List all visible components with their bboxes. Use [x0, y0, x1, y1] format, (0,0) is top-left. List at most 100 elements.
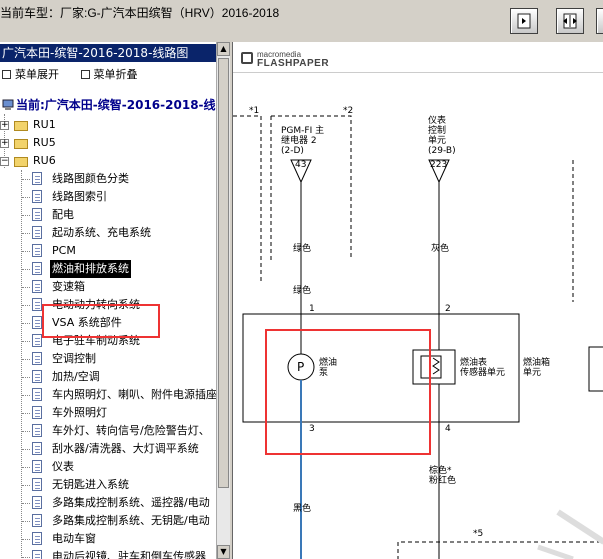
pump-label-2: 泵 [319, 368, 329, 378]
folder-open-icon [14, 157, 28, 167]
mark-5: *5 [473, 529, 484, 539]
pgm-label-3: (2-D) [281, 146, 304, 156]
tree-item[interactable]: 多路集成控制系统、遥控器/电动 [52, 494, 210, 512]
document-icon [32, 514, 42, 527]
document-icon [32, 388, 42, 401]
document-icon [32, 316, 42, 329]
tree-folder-ru1[interactable]: RU1 [33, 116, 56, 134]
document-icon [32, 262, 42, 275]
pgm-pin: 43 [295, 160, 307, 170]
current-model-title: 当前车型：厂家:G-广汽本田缤智（HRV）2016-2018 [0, 6, 280, 20]
tree-item[interactable]: 起动系统、充电系统 [52, 224, 151, 242]
meter-label-2: 控制 [428, 126, 447, 136]
tree-item[interactable]: 线路图索引 [52, 188, 107, 206]
collapse-icon [80, 70, 90, 79]
tree-item[interactable]: 仪表 [52, 458, 74, 476]
wire-pink-label-2: 粉红色 [429, 476, 457, 486]
document-icon [32, 460, 42, 473]
document-icon [32, 190, 42, 203]
tree-folder-ru5[interactable]: RU5 [33, 134, 56, 152]
highlight-box [265, 329, 431, 455]
tree-item[interactable]: 无钥匙进入系统 [52, 476, 129, 494]
tree-item[interactable]: 燃油和排放系统 [50, 260, 131, 278]
folder-icon [14, 139, 28, 149]
tree-item[interactable]: 空调控制 [52, 350, 96, 368]
document-icon [32, 226, 42, 239]
document-icon [32, 244, 42, 257]
menu-expand-link[interactable]: 菜单展开 [15, 68, 59, 81]
unit-label-1: 燃油箱 [523, 358, 551, 368]
wire-pink-label-1: 棕色* [429, 466, 452, 476]
tree-folder-ru6[interactable]: RU6 [33, 152, 56, 170]
pin-2: 2 [445, 304, 451, 314]
scroll-down-icon[interactable]: ▼ [217, 545, 230, 559]
tree-item[interactable]: 刮水器/清洗器、大灯调平系统 [52, 440, 199, 458]
scroll-up-icon[interactable]: ▲ [217, 42, 230, 56]
expand-toggle-ru1[interactable]: + [0, 121, 9, 130]
document-icon [32, 352, 42, 365]
document-icon [32, 370, 42, 383]
scroll-thumb[interactable] [218, 58, 229, 488]
document-icon [32, 532, 42, 545]
document-icon [32, 478, 42, 491]
pgm-label-1: PGM-FI 主 [281, 126, 325, 136]
meter-label-3: 单元 [428, 136, 447, 146]
computer-icon [2, 99, 14, 110]
tree-item[interactable]: 加热/空调 [52, 368, 100, 386]
folder-icon [14, 121, 28, 131]
sidebar-scrollbar[interactable]: ▲ ▼ [216, 42, 230, 559]
pgm-label-2: 继电器 2 [281, 136, 317, 146]
menu-toggle-row: 菜单展开 菜单折叠 [0, 66, 138, 82]
pin-4: 4 [445, 424, 451, 434]
sidebar-heading: 广汽本田-缤智-2016-2018-线路图 [0, 44, 216, 62]
collapse-toggle-ru6[interactable]: − [0, 157, 9, 166]
document-icon [32, 442, 42, 455]
sensor-label-2: 传感器单元 [460, 368, 506, 378]
document-icon [32, 334, 42, 347]
pump-symbol-label: P [297, 360, 305, 374]
unit-label-2: 单元 [523, 368, 542, 378]
highlight-box [42, 304, 160, 338]
pin-1: 1 [309, 304, 315, 314]
wire-black-label: 黑色 [293, 504, 312, 514]
expand-icon [2, 70, 11, 79]
tree-item[interactable]: 车外灯、转向信号/危险警告灯、 [52, 422, 210, 440]
meter-label-4: (29-B) [428, 146, 456, 156]
wire-gray-label: 灰色 [431, 244, 450, 254]
dashed-border-1 [233, 115, 262, 282]
wiring-diagram [233, 115, 603, 559]
fit-width-button[interactable] [556, 8, 584, 34]
fit-width-icon [563, 13, 577, 29]
tree-item[interactable]: 电动车窗 [52, 530, 96, 548]
menu-collapse-link[interactable]: 菜单折叠 [94, 68, 138, 81]
document-icon [32, 280, 42, 293]
wire-green-label-1: 绿色 [293, 244, 312, 254]
tree-item[interactable]: 电动后视镜、驻车和倒车传感器 [52, 548, 206, 559]
mark-1: *1 [249, 106, 260, 116]
meter-pin: 223 [430, 160, 448, 170]
document-icon [32, 406, 42, 419]
fit-page-button[interactable] [510, 8, 538, 34]
document-icon [32, 298, 42, 311]
tree-root-label[interactable]: 当前:广汽本田-缤智-2016-2018-线 [16, 96, 216, 114]
next-button[interactable] [596, 8, 603, 34]
pin-3: 3 [309, 424, 315, 434]
tree-item[interactable]: 配电 [52, 206, 74, 224]
document-icon [32, 496, 42, 509]
expand-toggle-ru5[interactable]: + [0, 139, 9, 148]
sensor-label-1: 燃油表 [460, 358, 488, 368]
pump-label-1: 燃油 [319, 358, 338, 368]
meter-label-1: 仪表 [428, 116, 447, 126]
sidebar: 广汽本田-缤智-2016-2018-线路图 菜单展开 菜单折叠 当前:广汽本田-… [0, 42, 230, 559]
tree-item[interactable]: 车内照明灯、喇叭、附件电源插座 [52, 386, 216, 404]
tree-item[interactable]: 车外照明灯 [52, 404, 107, 422]
tree-item[interactable]: 线路图颜色分类 [52, 170, 129, 188]
tree-item[interactable]: 变速箱 [52, 278, 85, 296]
title-bar: 当前车型：厂家:G-广汽本田缤智（HRV）2016-2018 [0, 0, 603, 42]
tree-view: 当前:广汽本田-缤智-2016-2018-线 + RU1 + RU5 − RU6… [0, 94, 216, 559]
tree-item[interactable]: 多路集成控制系统、无钥匙/电动 [52, 512, 210, 530]
fit-page-icon [517, 13, 531, 29]
document-icon [32, 208, 42, 221]
diagram-viewer: macromedia FLASHPAPER *1 *2 *5 PGM-FI 主 … [232, 42, 603, 559]
tree-item[interactable]: PCM [52, 242, 76, 260]
